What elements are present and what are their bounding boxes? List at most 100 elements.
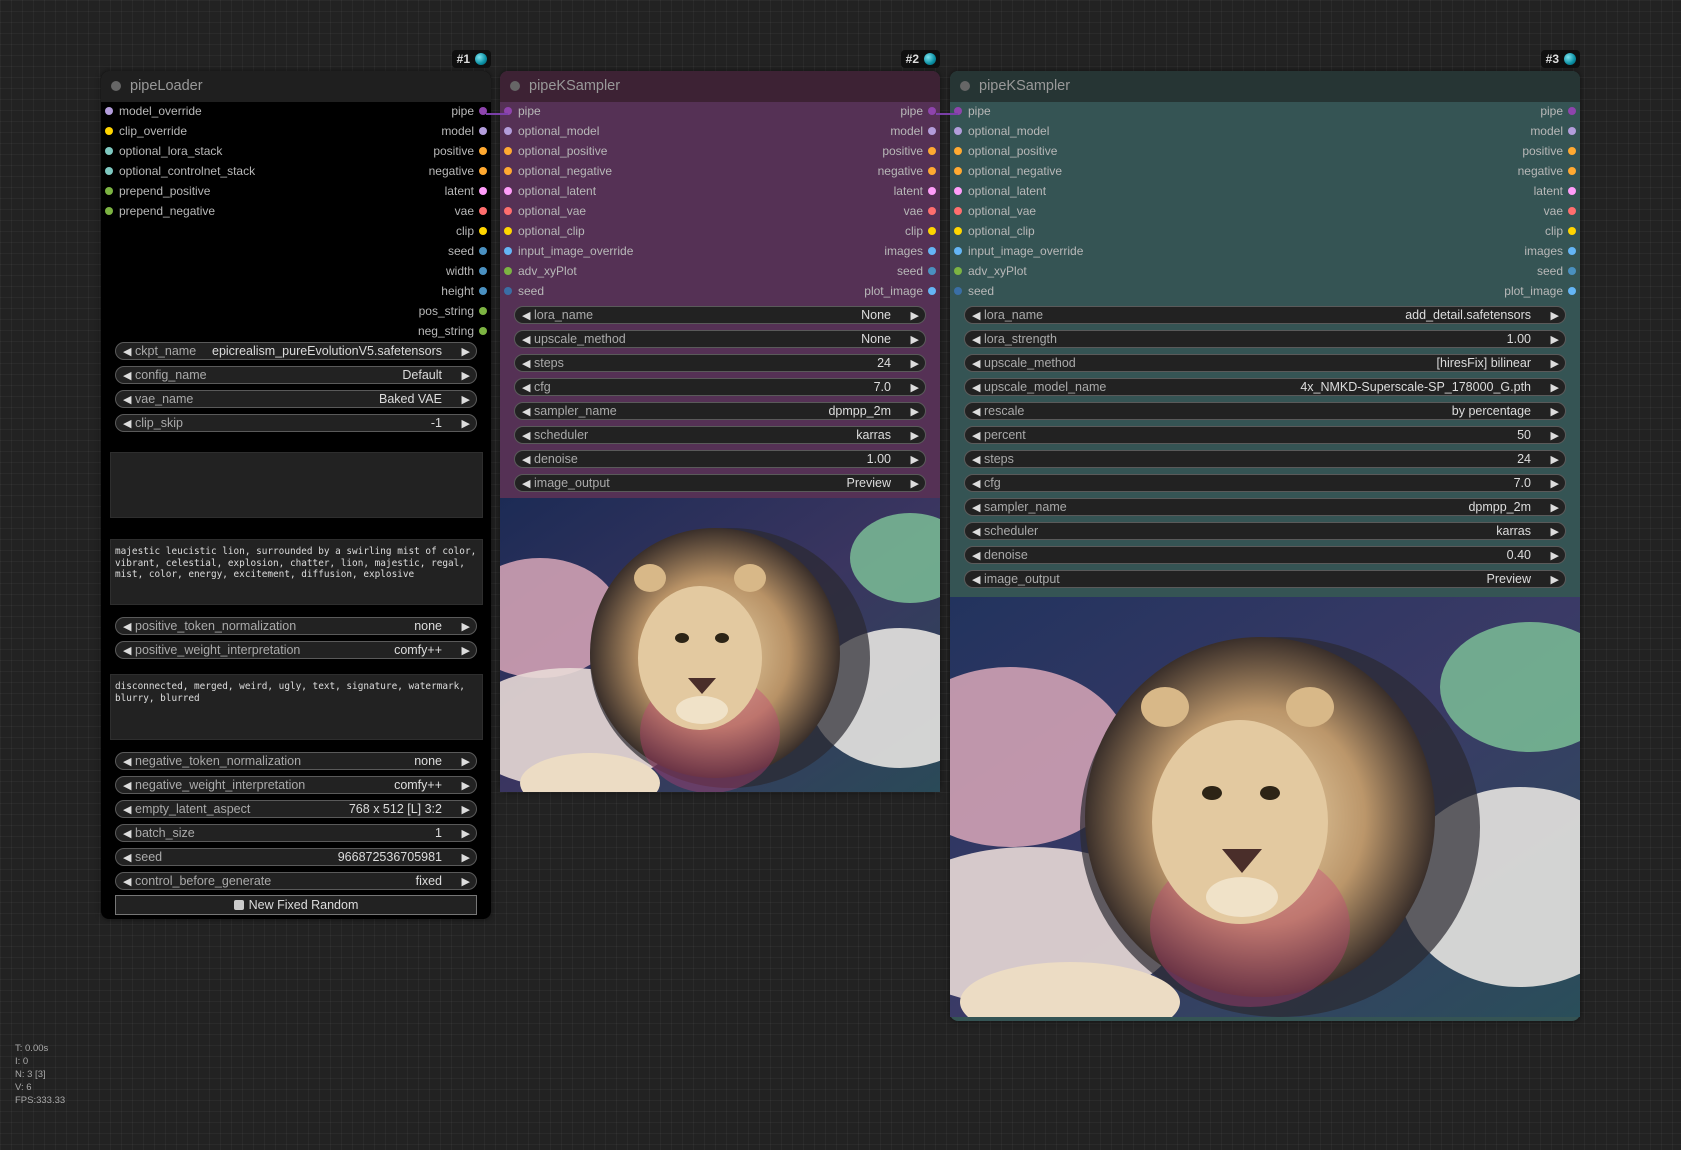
slot-pin-icon[interactable] — [479, 267, 487, 275]
arrow-left-icon[interactable]: ◀ — [972, 525, 980, 538]
positive-prompt-area-empty[interactable] — [110, 452, 483, 518]
widget-steps[interactable]: ◀ steps 24 ▶ — [514, 354, 926, 372]
widget-ckpt-name[interactable]: ◀ ckpt_name epicrealism_pureEvolutionV5.sa… — [115, 342, 477, 360]
arrow-right-icon[interactable]: ▶ — [462, 369, 470, 382]
output-slot-width[interactable]: width — [446, 264, 491, 278]
widget-lora-name[interactable]: ◀ lora_name None ▶ — [514, 306, 926, 324]
output-slot-vae[interactable]: vae — [904, 204, 940, 218]
slot-pin-icon[interactable] — [1568, 267, 1576, 275]
node-pipeksampler-2[interactable]: #3 pipeKSampler pipe optional_model option… — [950, 50, 1580, 1021]
output-slot-clip[interactable]: clip — [905, 224, 940, 238]
widget-percent[interactable]: ◀ percent 50 ▶ — [964, 426, 1566, 444]
widget-negative-weight-interpretation[interactable]: ◀ negative_weight_interpretation comfy++ ▶ — [115, 776, 477, 794]
negative-prompt-textarea[interactable]: disconnected, merged, weird, ugly, text,… — [110, 674, 483, 740]
arrow-right-icon[interactable]: ▶ — [911, 453, 919, 466]
slot-pin-icon[interactable] — [504, 207, 512, 215]
arrow-right-icon[interactable]: ▶ — [1551, 477, 1559, 490]
output-slot-latent[interactable]: latent — [894, 184, 940, 198]
arrow-left-icon[interactable]: ◀ — [522, 357, 530, 370]
slot-pin-icon[interactable] — [954, 247, 962, 255]
node-header[interactable]: pipeLoader — [101, 71, 491, 102]
slot-pin-icon[interactable] — [479, 147, 487, 155]
widget-scheduler[interactable]: ◀ scheduler karras ▶ — [514, 426, 926, 444]
input-slot-adv-xyPlot[interactable]: adv_xyPlot — [500, 264, 577, 278]
input-slot-optional-latent[interactable]: optional_latent — [950, 184, 1046, 198]
arrow-left-icon[interactable]: ◀ — [972, 477, 980, 490]
input-slot-adv-xyPlot[interactable]: adv_xyPlot — [950, 264, 1027, 278]
slot-pin-icon[interactable] — [479, 327, 487, 335]
slot-pin-icon[interactable] — [954, 267, 962, 275]
arrow-right-icon[interactable]: ▶ — [1551, 381, 1559, 394]
output-slot-clip[interactable]: clip — [456, 224, 491, 238]
input-slot-seed[interactable]: seed — [950, 284, 994, 298]
node-pipeksampler-1[interactable]: #2 pipeKSampler pipe optional_model option… — [500, 50, 940, 792]
slot-pin-icon[interactable] — [504, 287, 512, 295]
arrow-left-icon[interactable]: ◀ — [123, 803, 131, 816]
pipe-link-2-3[interactable] — [936, 113, 958, 115]
slot-pin-icon[interactable] — [105, 147, 113, 155]
widget-scheduler[interactable]: ◀ scheduler karras ▶ — [964, 522, 1566, 540]
arrow-right-icon[interactable]: ▶ — [1551, 429, 1559, 442]
slot-pin-icon[interactable] — [479, 287, 487, 295]
widget-denoise[interactable]: ◀ denoise 1.00 ▶ — [514, 450, 926, 468]
output-slot-seed[interactable]: seed — [448, 244, 491, 258]
input-slot-optional-positive[interactable]: optional_positive — [950, 144, 1057, 158]
slot-pin-icon[interactable] — [928, 287, 936, 295]
arrow-left-icon[interactable]: ◀ — [123, 755, 131, 768]
output-slot-negative[interactable]: negative — [429, 164, 491, 178]
input-slot-optional-latent[interactable]: optional_latent — [500, 184, 596, 198]
output-slot-pipe[interactable]: pipe — [451, 104, 491, 118]
input-slot-optional-lora-stack[interactable]: optional_lora_stack — [101, 144, 222, 158]
arrow-left-icon[interactable]: ◀ — [972, 333, 980, 346]
slot-pin-icon[interactable] — [1568, 207, 1576, 215]
arrow-right-icon[interactable]: ▶ — [911, 333, 919, 346]
slot-pin-icon[interactable] — [504, 227, 512, 235]
arrow-left-icon[interactable]: ◀ — [123, 345, 131, 358]
input-slot-optional-controlnet-stack[interactable]: optional_controlnet_stack — [101, 164, 255, 178]
slot-pin-icon[interactable] — [928, 207, 936, 215]
arrow-left-icon[interactable]: ◀ — [123, 620, 131, 633]
arrow-right-icon[interactable]: ▶ — [1551, 501, 1559, 514]
arrow-left-icon[interactable]: ◀ — [123, 851, 131, 864]
arrow-left-icon[interactable]: ◀ — [522, 429, 530, 442]
slot-pin-icon[interactable] — [479, 227, 487, 235]
slot-pin-icon[interactable] — [954, 207, 962, 215]
output-slot-plot-image[interactable]: plot_image — [864, 284, 940, 298]
output-slot-positive[interactable]: positive — [882, 144, 940, 158]
arrow-right-icon[interactable]: ▶ — [911, 477, 919, 490]
widget-config-name[interactable]: ◀ config_name Default ▶ — [115, 366, 477, 384]
arrow-right-icon[interactable]: ▶ — [1551, 309, 1559, 322]
slot-pin-icon[interactable] — [928, 167, 936, 175]
slot-pin-icon[interactable] — [954, 287, 962, 295]
arrow-right-icon[interactable]: ▶ — [1551, 405, 1559, 418]
output-slot-height[interactable]: height — [441, 284, 491, 298]
output-slot-clip[interactable]: clip — [1545, 224, 1580, 238]
input-slot-prepend-positive[interactable]: prepend_positive — [101, 184, 210, 198]
arrow-right-icon[interactable]: ▶ — [911, 429, 919, 442]
arrow-right-icon[interactable]: ▶ — [1551, 525, 1559, 538]
widget-upscale-method[interactable]: ◀ upscale_method None ▶ — [514, 330, 926, 348]
widget-image-output[interactable]: ◀ image_output Preview ▶ — [514, 474, 926, 492]
slot-pin-icon[interactable] — [928, 147, 936, 155]
arrow-right-icon[interactable]: ▶ — [462, 875, 470, 888]
output-slot-neg-string[interactable]: neg_string — [418, 324, 491, 338]
arrow-right-icon[interactable]: ▶ — [911, 381, 919, 394]
output-slot-negative[interactable]: negative — [1518, 164, 1580, 178]
slot-pin-icon[interactable] — [504, 147, 512, 155]
slot-pin-icon[interactable] — [1568, 227, 1576, 235]
input-slot-input-image-override[interactable]: input_image_override — [950, 244, 1083, 258]
input-slot-optional-clip[interactable]: optional_clip — [500, 224, 585, 238]
arrow-left-icon[interactable]: ◀ — [972, 357, 980, 370]
widget-seed[interactable]: ◀ seed 966872536705981 ▶ — [115, 848, 477, 866]
widget-batch-size[interactable]: ◀ batch_size 1 ▶ — [115, 824, 477, 842]
slot-pin-icon[interactable] — [928, 107, 936, 115]
arrow-left-icon[interactable]: ◀ — [972, 429, 980, 442]
slot-pin-icon[interactable] — [1568, 127, 1576, 135]
slot-pin-icon[interactable] — [928, 227, 936, 235]
collapse-dot-icon[interactable] — [960, 81, 970, 91]
input-slot-seed[interactable]: seed — [500, 284, 544, 298]
slot-pin-icon[interactable] — [504, 247, 512, 255]
input-slot-optional-positive[interactable]: optional_positive — [500, 144, 607, 158]
slot-pin-icon[interactable] — [954, 167, 962, 175]
slot-pin-icon[interactable] — [1568, 187, 1576, 195]
